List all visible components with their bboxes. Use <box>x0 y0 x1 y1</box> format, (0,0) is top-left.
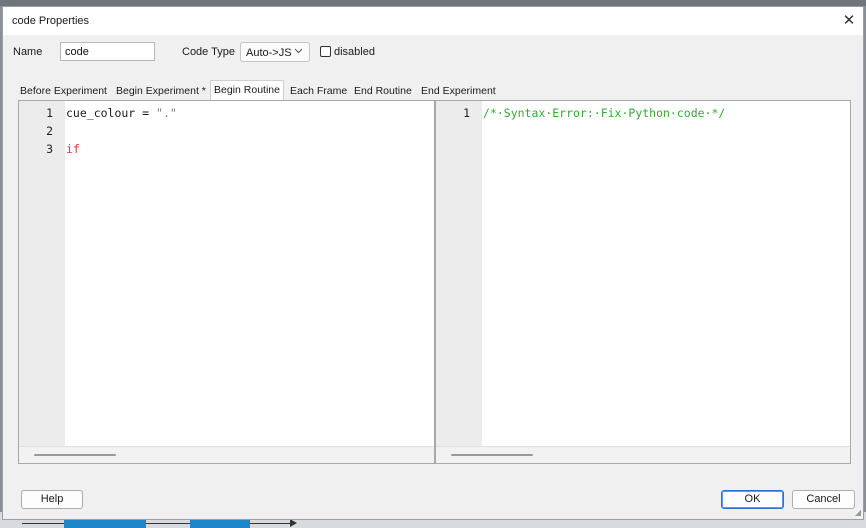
line-number: 2 <box>46 124 53 138</box>
tab-end-experiment[interactable]: End Experiment <box>418 83 499 100</box>
cancel-button[interactable]: Cancel <box>792 490 855 509</box>
dialog-title: code Properties <box>12 15 90 27</box>
scrollbar-thumb[interactable] <box>451 454 533 456</box>
tab-begin-routine[interactable]: Begin Routine <box>210 80 284 100</box>
horizontal-scrollbar[interactable] <box>436 446 850 463</box>
scrollbar-thumb[interactable] <box>34 454 116 456</box>
code-line: 1 cue_colour = "." <box>19 104 434 122</box>
string-literal: "." <box>156 106 177 120</box>
code-properties-dialog: code Properties ✕ Name Code Type Auto->J… <box>2 6 864 520</box>
resize-grip-icon[interactable]: ◢ <box>855 508 861 517</box>
close-icon[interactable]: ✕ <box>839 11 859 31</box>
title-bar: code Properties ✕ <box>3 7 863 35</box>
js-code-editor[interactable]: 1 /*·Syntax·Error:·Fix·Python·code·*/ <box>435 100 851 464</box>
name-label: Name <box>13 46 43 58</box>
code-line: 2 <box>19 122 434 140</box>
code-type-label: Code Type <box>182 46 236 58</box>
code-type-select[interactable]: Auto->JS <box>240 42 310 62</box>
line-number-gutter <box>436 101 482 447</box>
tab-each-frame[interactable]: Each Frame <box>287 83 351 100</box>
code-type-value: Auto->JS <box>246 47 292 59</box>
code-text: cue_colour = "." <box>66 104 177 122</box>
ok-button[interactable]: OK <box>721 490 784 509</box>
chevron-down-icon <box>294 46 303 57</box>
horizontal-scrollbar[interactable] <box>19 446 434 463</box>
disabled-label: disabled <box>334 46 375 58</box>
line-number: 1 <box>46 106 53 120</box>
disabled-checkbox[interactable] <box>320 46 331 57</box>
help-button[interactable]: Help <box>21 490 83 509</box>
line-number: 1 <box>463 106 470 120</box>
code-line: 1 /*·Syntax·Error:·Fix·Python·code·*/ <box>436 104 850 122</box>
tab-before-experiment[interactable]: Before Experiment <box>17 83 110 100</box>
tab-end-routine[interactable]: End Routine <box>351 83 415 100</box>
line-number: 3 <box>46 142 53 156</box>
code-text: if <box>66 142 80 156</box>
name-input[interactable] <box>60 42 155 61</box>
code-line: 3 if <box>19 140 434 158</box>
code-token: cue_colour = <box>66 106 157 120</box>
code-comment: /*·Syntax·Error:·Fix·Python·code·*/ <box>483 106 726 120</box>
tab-begin-experiment[interactable]: Begin Experiment * <box>113 83 209 100</box>
python-code-editor[interactable]: 1 cue_colour = "." 2 3 if <box>18 100 435 464</box>
